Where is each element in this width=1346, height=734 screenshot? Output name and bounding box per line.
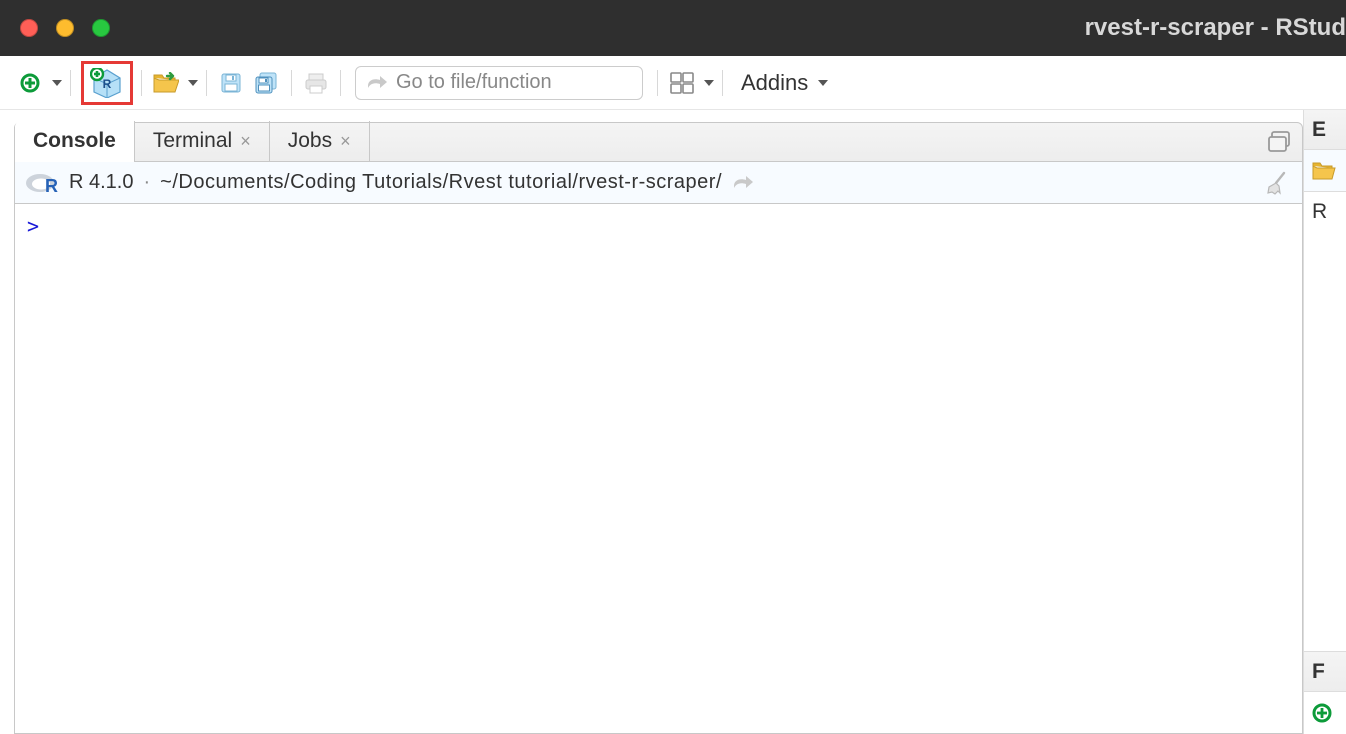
- toolbar-separator: [340, 70, 341, 96]
- pane-controls: [1268, 123, 1302, 161]
- window-titlebar: rvest-r-scraper - RStud: [0, 0, 1346, 56]
- right-pane: E R F: [1303, 110, 1346, 734]
- maximize-pane-icon[interactable]: [1268, 131, 1292, 153]
- r-logo-icon: R: [25, 171, 59, 195]
- console-header: R R 4.1.0 · ~/Documents/Coding Tutorials…: [14, 162, 1303, 204]
- close-icon[interactable]: ×: [340, 131, 351, 152]
- r-version-label: R 4.1.0: [69, 171, 133, 194]
- console-tabbar: Console Terminal × Jobs ×: [14, 122, 1303, 162]
- new-file-button[interactable]: [14, 67, 46, 99]
- save-button[interactable]: [215, 67, 247, 99]
- svg-text:R: R: [45, 176, 58, 195]
- close-icon[interactable]: ×: [240, 131, 251, 152]
- toolbar-separator: [722, 70, 723, 96]
- goto-arrow-icon: [366, 74, 388, 92]
- goto-placeholder: Go to file/function: [396, 71, 552, 94]
- addins-dropdown-caret-icon: [818, 80, 828, 86]
- maximize-window-button[interactable]: [92, 19, 110, 37]
- tab-terminal[interactable]: Terminal ×: [135, 121, 270, 161]
- left-pane: Console Terminal × Jobs × R R 4.1.0 · ~: [0, 110, 1303, 734]
- toolbar-separator: [291, 70, 292, 96]
- addins-label: Addins: [741, 70, 808, 96]
- toolbar-separator: [657, 70, 658, 96]
- close-window-button[interactable]: [20, 19, 38, 37]
- environment-initial: E: [1312, 118, 1326, 142]
- r-initial: R: [1312, 200, 1327, 224]
- tab-console-label: Console: [33, 129, 116, 153]
- create-project-button-highlighted[interactable]: R: [81, 61, 133, 105]
- tab-jobs[interactable]: Jobs ×: [270, 121, 370, 161]
- toolbar-separator: [70, 70, 71, 96]
- window-title: rvest-r-scraper - RStud: [1085, 0, 1346, 56]
- environment-body-stub: R: [1304, 192, 1346, 652]
- tab-console[interactable]: Console: [15, 121, 135, 161]
- folder-open-icon[interactable]: [1312, 161, 1336, 181]
- open-file-button[interactable]: [150, 67, 182, 99]
- main-toolbar: R Go to file/functi: [0, 56, 1346, 110]
- environment-tab-stub[interactable]: E: [1304, 110, 1346, 150]
- toolbar-separator: [206, 70, 207, 96]
- clear-console-broom-icon[interactable]: [1264, 170, 1290, 196]
- goto-file-function-input[interactable]: Go to file/function: [355, 66, 643, 100]
- files-initial: F: [1312, 660, 1325, 684]
- panes-button[interactable]: [666, 67, 698, 99]
- workspace: Console Terminal × Jobs × R R 4.1.0 · ~: [0, 110, 1346, 734]
- traffic-lights: [20, 19, 110, 37]
- open-file-dropdown-caret-icon[interactable]: [188, 80, 198, 86]
- environment-toolbar-stub: [1304, 150, 1346, 192]
- tab-jobs-label: Jobs: [288, 129, 332, 153]
- toolbar-separator: [141, 70, 142, 96]
- goto-working-dir-icon[interactable]: [732, 174, 754, 192]
- separator-dot: ·: [143, 171, 150, 194]
- new-folder-plus-icon[interactable]: [1312, 703, 1332, 723]
- files-toolbar-stub: [1304, 692, 1346, 734]
- console-body[interactable]: >: [14, 204, 1303, 734]
- working-directory-path[interactable]: ~/Documents/Coding Tutorials/Rvest tutor…: [160, 171, 722, 194]
- svg-text:R: R: [103, 77, 112, 91]
- panes-dropdown-caret-icon[interactable]: [704, 80, 714, 86]
- new-file-dropdown-caret-icon[interactable]: [52, 80, 62, 86]
- console-prompt: >: [27, 214, 39, 238]
- minimize-window-button[interactable]: [56, 19, 74, 37]
- addins-menu[interactable]: Addins: [741, 70, 828, 96]
- files-tab-stub[interactable]: F: [1304, 652, 1346, 692]
- tab-terminal-label: Terminal: [153, 129, 232, 153]
- save-all-button[interactable]: [251, 67, 283, 99]
- print-button[interactable]: [300, 67, 332, 99]
